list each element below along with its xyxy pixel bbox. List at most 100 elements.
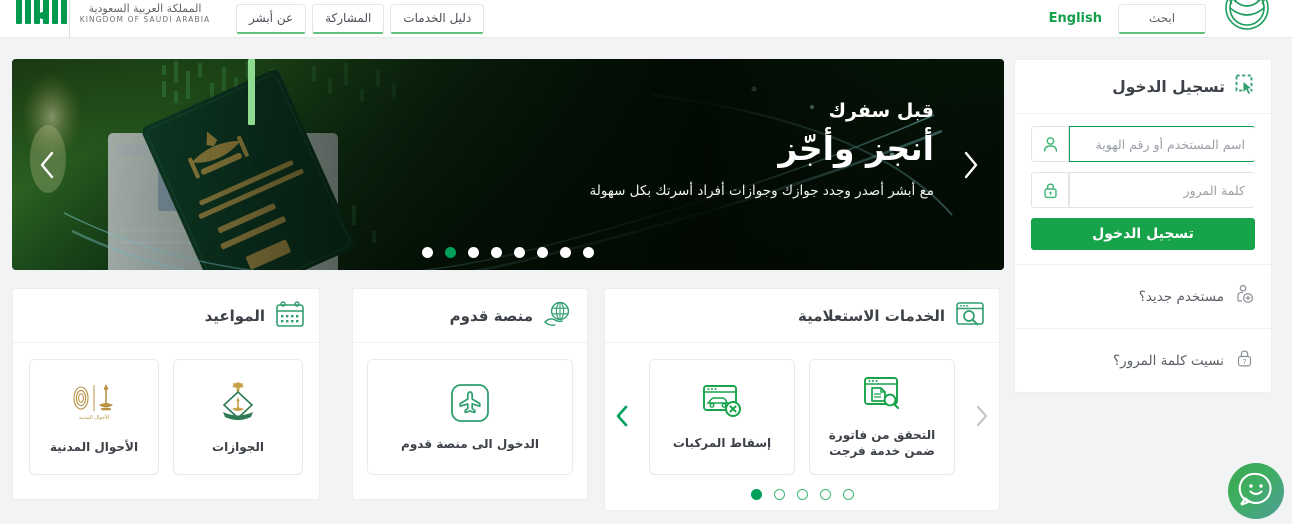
user-icon (1031, 126, 1069, 162)
lock-icon (1031, 172, 1069, 208)
vehicle-remove-icon (700, 383, 744, 427)
card-inquiry-title: الخدمات الاستعلامية (797, 306, 945, 325)
card-appointments-body: الأحوال المدنية الأحوال المدنية الجوازات (13, 343, 319, 499)
lock-question-icon: ? (1234, 348, 1255, 373)
ksa-label-en: KINGDOM OF SAUDI ARABIA (79, 14, 211, 24)
login-panel-title: تسجيل الدخول (1112, 77, 1225, 96)
card-qudum-body: الدخول الى منصة قدوم (353, 343, 587, 499)
inquiry-tiles: إسقاط المركبات التحقق من فاتورة ضمن خدمة… (619, 359, 985, 475)
cursor-select-icon (1235, 74, 1257, 100)
tile-passports[interactable]: الجوازات (173, 359, 303, 475)
card-qudum-title: منصة قدوم (449, 306, 533, 325)
qudum-tiles: الدخول الى منصة قدوم (367, 359, 573, 475)
nav-tab-label: المشاركة (325, 11, 372, 25)
hero-dot-2[interactable] (560, 247, 571, 258)
username-input[interactable] (1069, 126, 1255, 162)
search-button-label: ابحث (1148, 11, 1176, 25)
inquiry-dot-2[interactable] (819, 489, 831, 500)
hero-prev-button[interactable] (30, 148, 64, 182)
language-switch-link[interactable]: English (1043, 11, 1108, 26)
hero-dot-4[interactable] (514, 247, 525, 258)
password-input[interactable] (1069, 172, 1255, 208)
svg-text:الأحوال المدنية: الأحوال المدنية (79, 414, 110, 421)
hero-text-block: قبل سفرك أنجز وأجّز مع أبشر أصدر وجدد جو… (514, 99, 934, 199)
inquiry-next-button[interactable] (971, 405, 993, 427)
hero-dot-3[interactable] (537, 247, 548, 258)
forgot-password-label: نسيت كلمة المرور؟ (1113, 352, 1224, 369)
tile-label: الدخول الى منصة قدوم (401, 436, 539, 451)
login-panel: تسجيل الدخول اسم المستخدم أو رقم الهوية … (1014, 59, 1272, 393)
chevron-left-icon (40, 151, 54, 178)
hero-dot-5[interactable] (491, 247, 502, 258)
header-right-group: المملكة العربية السعودية KINGDOM OF SAUD… (0, 0, 236, 38)
hero-title: أنجز وأجّز (778, 128, 934, 168)
svg-text:?: ? (1243, 357, 1247, 366)
header-nav: دليل الخدمات المشاركة عن أبشر (236, 3, 485, 34)
login-submit-button[interactable]: تسجيل الدخول (1031, 218, 1255, 250)
card-qudum: منصة قدوم الدخول الى منصة قدوم (352, 288, 588, 500)
tile-label: إسقاط المركبات (672, 435, 772, 450)
hero-carousel-dots (12, 247, 1004, 258)
chevron-right-icon (976, 405, 988, 427)
header-left-group: ابحث English (1043, 0, 1292, 38)
tile-label: الأحوال المدنية (49, 439, 139, 454)
page-root: ابحث English دليل الخدمات المشاركة عن أب… (0, 0, 1292, 524)
hero-subtitle: مع أبشر أصدر وجدد جوازك وجوازات أفراد أس… (589, 183, 934, 200)
hero-dot-8[interactable] (422, 247, 433, 258)
card-appointments-header: المواعيد (13, 289, 319, 343)
hero-carousel: قبل سفرك أنجز وأجّز مع أبشر أصدر وجدد جو… (12, 59, 1004, 270)
chevron-left-icon (616, 405, 628, 427)
nav-tab-participation[interactable]: المشاركة (312, 3, 385, 34)
appointments-tiles: الأحوال المدنية الأحوال المدنية الجوازات (27, 359, 305, 475)
new-user-label: مستخدم جديد؟ (1138, 288, 1224, 305)
inquiry-dots (619, 489, 985, 500)
login-panel-header: تسجيل الدخول (1015, 60, 1271, 114)
forgot-password-link[interactable]: ? نسيت كلمة المرور؟ (1015, 328, 1271, 392)
saudi-national-emblem-icon (1216, 0, 1278, 38)
kingdom-of-saudi-arabia-logo: المملكة العربية السعودية KINGDOM OF SAUD… (70, 0, 220, 38)
user-add-icon (1234, 284, 1255, 309)
card-inquiry-services: الخدمات الاستعلامية إسقاط المركبات التحق… (604, 288, 1000, 511)
hero-kicker: قبل سفرك (828, 100, 934, 122)
card-appointments: المواعيد الأحوال المدنية الأحوال المدنية… (12, 288, 320, 500)
nav-tab-about-absher[interactable]: عن أبشر (236, 3, 307, 34)
inquiry-dot-1[interactable] (842, 489, 854, 500)
tile-civil-affairs[interactable]: الأحوال المدنية الأحوال المدنية (29, 359, 159, 475)
airplane-icon (449, 382, 491, 428)
chat-assistant-button[interactable] (1228, 463, 1284, 519)
site-header: ابحث English دليل الخدمات المشاركة عن أب… (0, 0, 1292, 38)
hero-dot-1[interactable] (583, 247, 594, 258)
absher-logo-icon[interactable] (8, 0, 70, 38)
card-inquiry-body: إسقاط المركبات التحقق من فاتورة ضمن خدمة… (605, 343, 999, 510)
new-user-link[interactable]: مستخدم جديد؟ (1015, 264, 1271, 328)
nav-tab-label: عن أبشر (249, 11, 294, 25)
inquiry-dot-5[interactable] (750, 489, 762, 500)
passports-emblem-icon (212, 379, 264, 431)
username-field-group (1031, 126, 1255, 162)
tile-label: التحقق من فاتورة ضمن خدمة فرجت (828, 427, 936, 458)
nav-tab-services-guide[interactable]: دليل الخدمات (390, 3, 485, 34)
login-accent-bar (248, 59, 255, 125)
calendar-icon (275, 300, 305, 332)
hero-dot-7[interactable] (445, 247, 456, 258)
chevron-right-icon (964, 151, 978, 178)
hero-next-button[interactable] (954, 148, 988, 182)
tile-verify-invoice-farjat[interactable]: التحقق من فاتورة ضمن خدمة فرجت (809, 359, 955, 475)
inquiry-prev-button[interactable] (611, 405, 633, 427)
inquiry-dot-4[interactable] (773, 489, 785, 500)
browser-search-icon (955, 300, 985, 332)
chat-smiley-icon (1236, 469, 1276, 513)
tile-vehicle-removal[interactable]: إسقاط المركبات (649, 359, 795, 475)
tile-enter-qudum[interactable]: الدخول الى منصة قدوم (367, 359, 573, 475)
ksa-label-ar: المملكة العربية السعودية (88, 1, 202, 15)
inquiry-dot-3[interactable] (796, 489, 808, 500)
password-field-group (1031, 172, 1255, 208)
civil-affairs-emblem-icon: الأحوال المدنية (68, 379, 120, 431)
card-inquiry-header: الخدمات الاستعلامية (605, 289, 999, 343)
hero-dot-6[interactable] (468, 247, 479, 258)
language-switch-label: English (1048, 11, 1102, 26)
search-button[interactable]: ابحث (1118, 3, 1206, 34)
login-form: تسجيل الدخول (1015, 114, 1271, 264)
card-appointments-title: المواعيد (204, 306, 265, 325)
nav-tab-label: دليل الخدمات (403, 11, 472, 25)
